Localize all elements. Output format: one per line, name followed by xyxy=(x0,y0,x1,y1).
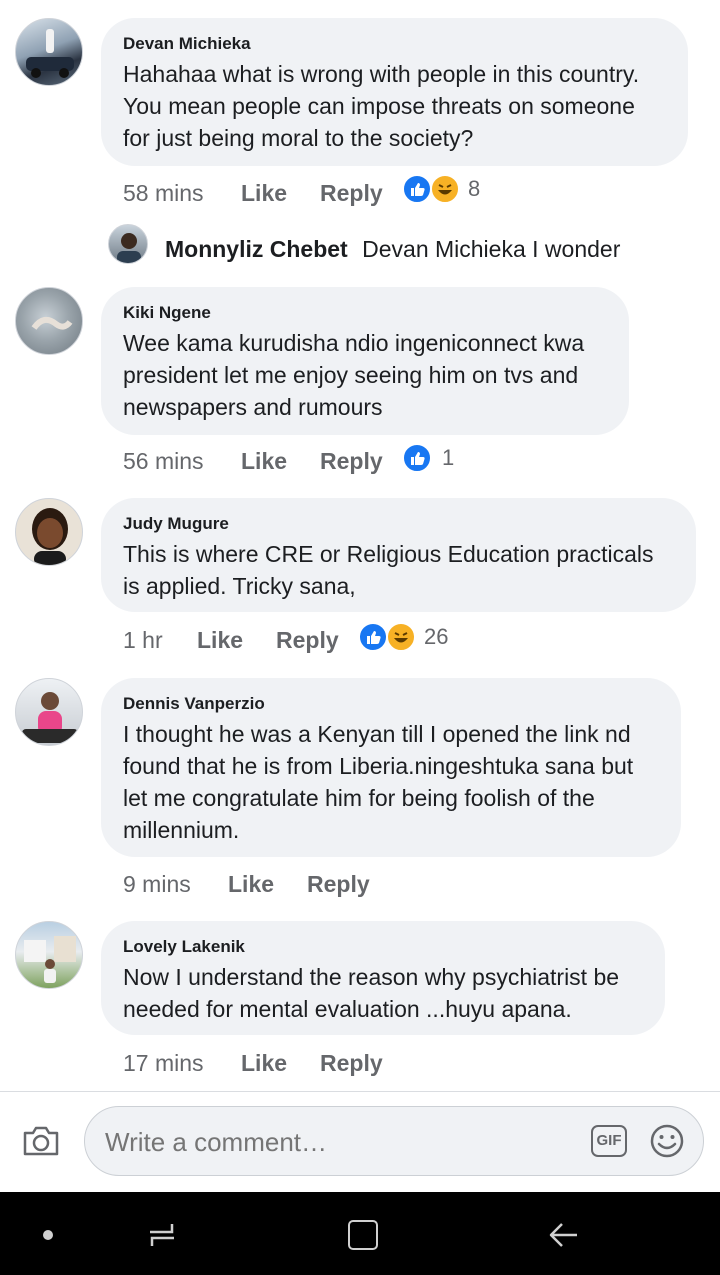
home-dot-icon[interactable] xyxy=(43,1230,53,1240)
reactions[interactable]: 26 xyxy=(358,620,458,654)
avatar[interactable] xyxy=(15,678,83,746)
comment-author[interactable]: Devan Michieka xyxy=(123,34,666,54)
haha-reaction-icon xyxy=(430,174,460,204)
comment-bubble[interactable]: Devan Michieka Hahahaa what is wrong wit… xyxy=(101,18,688,166)
reply-button[interactable]: Reply xyxy=(276,626,339,654)
avatar-photo-icon xyxy=(31,316,73,330)
like-reaction-icon xyxy=(402,174,432,204)
avatar[interactable] xyxy=(15,498,83,566)
comment-text: This is where CRE or Religious Education… xyxy=(123,541,654,599)
comment-text: Hahahaa what is wrong with people in thi… xyxy=(123,61,640,151)
emoji-icon[interactable] xyxy=(649,1123,685,1159)
comment-author[interactable]: Judy Mugure xyxy=(123,514,674,534)
reactions[interactable]: 8 xyxy=(402,172,492,206)
comment-composer[interactable]: GIF xyxy=(84,1106,704,1176)
comment-author[interactable]: Kiki Ngene xyxy=(123,303,607,323)
like-button[interactable]: Like xyxy=(241,1049,287,1077)
comment-time: 56 mins xyxy=(123,448,204,474)
comment-text: Wee kama kurudisha ndio ingeniconnect kw… xyxy=(123,330,585,420)
haha-reaction-icon xyxy=(386,622,416,652)
comment-time: 17 mins xyxy=(123,1050,204,1076)
avatar-photo-icon xyxy=(117,233,141,263)
camera-icon[interactable] xyxy=(22,1124,60,1158)
gif-label: GIF xyxy=(596,1132,622,1149)
comment-actions: 9 mins Like Reply xyxy=(123,870,483,898)
system-navbar xyxy=(0,1192,720,1275)
reaction-count: 1 xyxy=(442,445,455,470)
reactions[interactable]: 1 xyxy=(402,441,472,475)
like-button[interactable]: Like xyxy=(241,447,287,475)
like-button[interactable]: Like xyxy=(197,626,243,654)
avatar-photo-icon xyxy=(22,692,78,743)
avatar-photo-icon xyxy=(32,508,68,565)
comment-actions: 17 mins Like Reply xyxy=(123,1049,483,1077)
comment-time: 9 mins xyxy=(123,871,191,897)
back-arrow-icon[interactable] xyxy=(548,1220,580,1250)
reply-author[interactable]: Monnyliz Chebet xyxy=(165,236,348,262)
comment-bubble[interactable]: Dennis Vanperzio I thought he was a Keny… xyxy=(101,678,681,857)
comment-bubble[interactable]: Lovely Lakenik Now I understand the reas… xyxy=(101,921,665,1035)
comment-bubble[interactable]: Kiki Ngene Wee kama kurudisha ndio ingen… xyxy=(101,287,629,435)
like-reaction-icon xyxy=(358,622,388,652)
comment-text: I thought he was a Kenyan till I opened … xyxy=(123,721,634,843)
like-button[interactable]: Like xyxy=(241,179,287,207)
comment-author[interactable]: Dennis Vanperzio xyxy=(123,694,659,714)
comment-input[interactable] xyxy=(103,1117,577,1167)
comment-time: 1 hr xyxy=(123,627,163,653)
reply-preview[interactable]: Monnyliz Chebet Devan Michieka I wonder xyxy=(165,234,620,264)
overview-square-icon[interactable] xyxy=(348,1220,378,1250)
comment-time: 58 mins xyxy=(123,180,204,206)
reaction-count: 8 xyxy=(468,176,481,201)
avatar[interactable] xyxy=(15,287,83,355)
reaction-count: 26 xyxy=(424,624,449,649)
reply-button[interactable]: Reply xyxy=(320,447,383,475)
like-reaction-icon xyxy=(402,443,432,473)
composer-divider xyxy=(0,1091,720,1092)
recent-apps-icon[interactable] xyxy=(146,1220,178,1250)
avatar-photo-icon xyxy=(24,936,76,983)
avatar[interactable] xyxy=(15,18,83,86)
avatar[interactable] xyxy=(108,224,148,264)
reply-button[interactable]: Reply xyxy=(320,1049,383,1077)
comment-bubble[interactable]: Judy Mugure This is where CRE or Religio… xyxy=(101,498,696,612)
gif-icon[interactable]: GIF xyxy=(591,1125,627,1157)
comment-text: Now I understand the reason why psychiat… xyxy=(123,964,620,1022)
like-button[interactable]: Like xyxy=(228,870,274,898)
reply-button[interactable]: Reply xyxy=(320,179,383,207)
avatar-photo-icon xyxy=(26,29,74,78)
reply-button[interactable]: Reply xyxy=(307,870,370,898)
comment-author[interactable]: Lovely Lakenik xyxy=(123,937,643,957)
avatar[interactable] xyxy=(15,921,83,989)
reply-text: Devan Michieka I wonder xyxy=(362,236,621,262)
